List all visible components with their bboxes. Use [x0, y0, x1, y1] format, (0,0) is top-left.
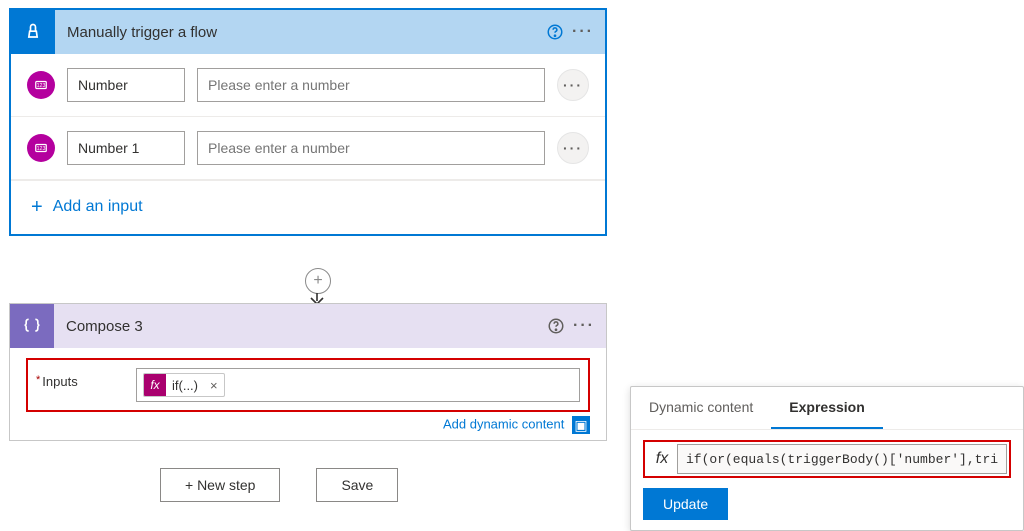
- trigger-title: Manually trigger a flow: [55, 24, 541, 41]
- new-step-button[interactable]: + New step: [160, 468, 280, 502]
- number-type-icon: 123: [27, 134, 55, 162]
- add-dynamic-row: Add dynamic content ▣: [26, 412, 590, 434]
- inputs-label: *Inputs: [36, 368, 136, 389]
- token-remove-button[interactable]: ×: [204, 378, 224, 393]
- compose-title: Compose 3: [54, 318, 542, 335]
- expression-token[interactable]: fx if(...) ×: [143, 373, 225, 397]
- compose-body: *Inputs fx if(...) × Add dynamic content…: [10, 348, 606, 440]
- param-name-input[interactable]: [67, 68, 185, 102]
- trigger-card: Manually trigger a flow ··· 123 ··· 123 …: [9, 8, 607, 236]
- param-more-button[interactable]: ···: [557, 132, 589, 164]
- param-row: 123 ···: [11, 117, 605, 180]
- token-label: if(...): [166, 378, 204, 393]
- compose-card: Compose 3 ··· *Inputs fx if(...) × Add d…: [9, 303, 607, 441]
- fx-label: fx: [647, 450, 677, 468]
- help-icon[interactable]: [541, 18, 569, 46]
- param-more-button[interactable]: ···: [557, 69, 589, 101]
- expression-panel: Dynamic content Expression fx Update: [630, 386, 1024, 531]
- inputs-row-highlight: *Inputs fx if(...) ×: [26, 358, 590, 412]
- fx-icon: fx: [144, 373, 166, 397]
- param-value-input[interactable]: [197, 68, 545, 102]
- tab-dynamic-content[interactable]: Dynamic content: [631, 387, 771, 429]
- svg-text:123: 123: [37, 83, 46, 89]
- add-input-section: + Add an input: [11, 180, 605, 234]
- param-name-input[interactable]: [67, 131, 185, 165]
- trigger-menu-button[interactable]: ···: [569, 18, 597, 46]
- trigger-header[interactable]: Manually trigger a flow ···: [11, 10, 605, 54]
- svg-text:123: 123: [37, 146, 46, 152]
- tab-expression[interactable]: Expression: [771, 387, 882, 429]
- trigger-body: 123 ··· 123 ··· + Add an input: [11, 54, 605, 234]
- expression-tabs: Dynamic content Expression: [631, 387, 1023, 430]
- compose-icon: [10, 304, 54, 348]
- compose-header[interactable]: Compose 3 ···: [10, 304, 606, 348]
- expression-body: fx Update: [631, 430, 1023, 530]
- update-button[interactable]: Update: [643, 488, 728, 520]
- inputs-field[interactable]: fx if(...) ×: [136, 368, 580, 402]
- add-input-button[interactable]: + Add an input: [31, 197, 143, 217]
- param-row: 123 ···: [11, 54, 605, 117]
- number-type-icon: 123: [27, 71, 55, 99]
- expression-input[interactable]: [677, 444, 1007, 474]
- dynamic-content-expand-icon[interactable]: ▣: [572, 416, 590, 434]
- footer-buttons: + New step Save: [160, 468, 398, 502]
- expression-input-highlight: fx: [643, 440, 1011, 478]
- compose-menu-button[interactable]: ···: [570, 312, 598, 340]
- param-value-input[interactable]: [197, 131, 545, 165]
- add-input-label: Add an input: [53, 198, 143, 216]
- add-dynamic-content-link[interactable]: Add dynamic content: [443, 416, 564, 431]
- help-icon[interactable]: [542, 312, 570, 340]
- add-step-connector-button[interactable]: +: [305, 268, 331, 294]
- save-button[interactable]: Save: [316, 468, 398, 502]
- manual-trigger-icon: [11, 10, 55, 54]
- plus-icon: +: [31, 197, 43, 217]
